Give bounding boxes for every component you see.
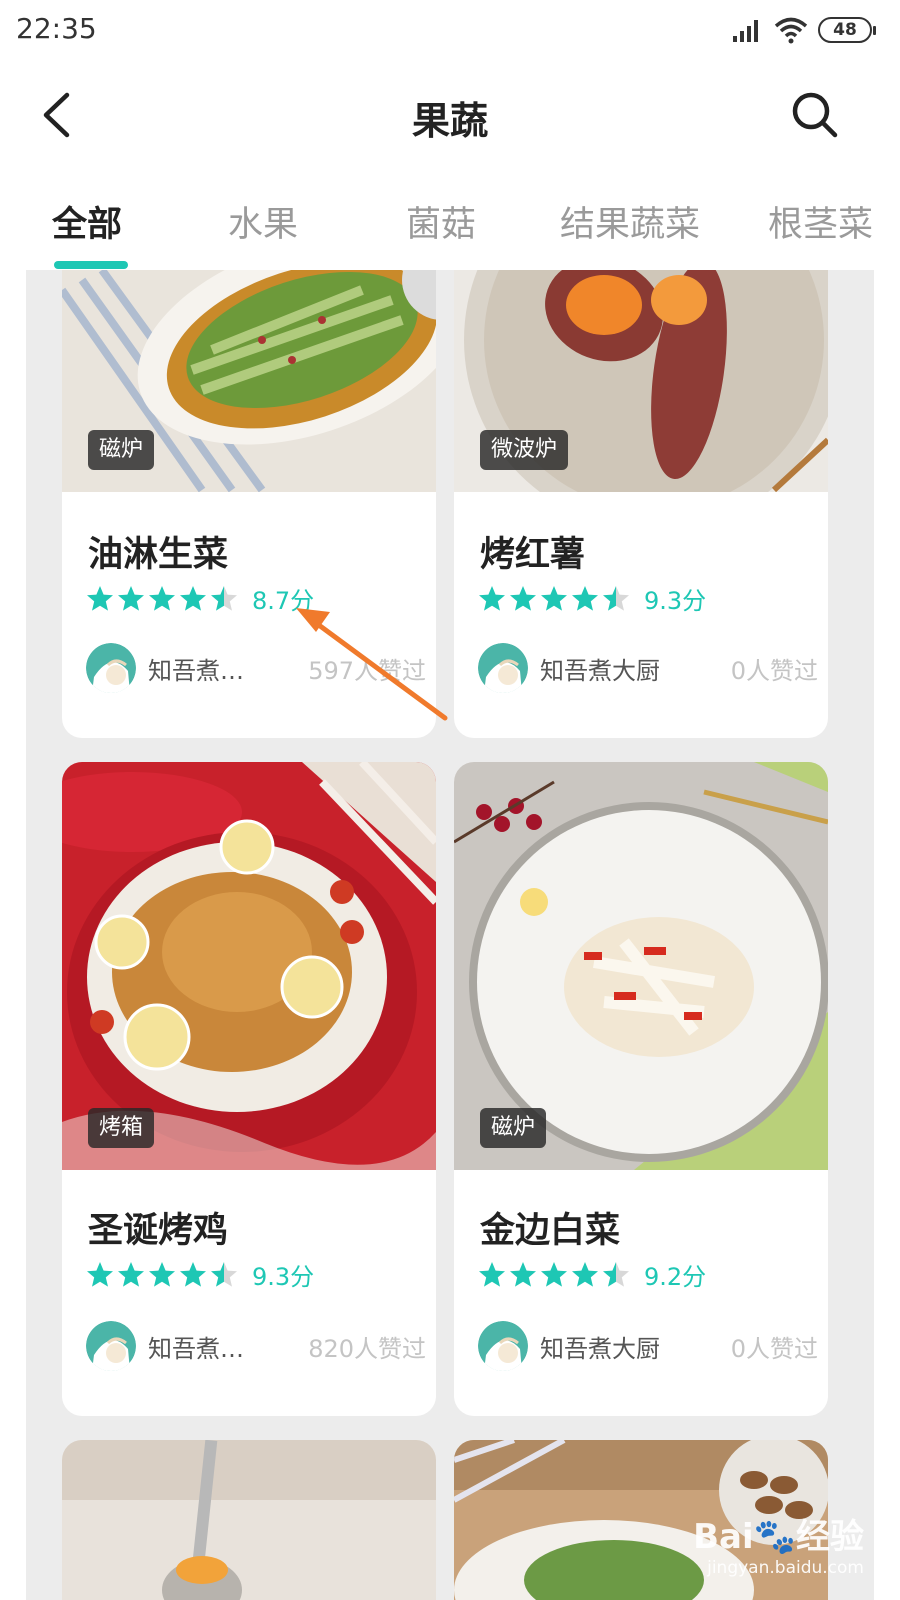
recipe-card[interactable]: 微波炉 烤红薯 9.3分 知吾煮大厨 0人赞过: [454, 270, 828, 738]
star-icon: [541, 1261, 567, 1287]
star-icon: [118, 585, 144, 611]
avatar: [478, 1321, 528, 1371]
recipe-author: 知吾煮大厨 0人赞过: [478, 1320, 818, 1372]
battery-level: 48: [833, 20, 857, 40]
author-name: 知吾煮…: [148, 656, 244, 685]
recipe-title: 油淋生菜: [88, 535, 229, 575]
recipe-grid[interactable]: 磁炉 油淋生菜 8.7分 知吾煮… 597人赞过 微波炉 烤红薯 9.3分 知吾…: [0, 270, 900, 1600]
search-icon: [792, 92, 838, 138]
rating-score: 9.3分: [644, 586, 707, 615]
status-bar: 22:35 48: [0, 0, 900, 64]
star-icon: [118, 1261, 144, 1287]
recipe-title: 金边白菜: [480, 1211, 621, 1251]
recipe-rating: 8.7分: [86, 582, 315, 615]
likes-count: 597人赞过: [308, 656, 426, 685]
star-icon: [603, 1261, 629, 1287]
watermark-url: jingyan.baidu.com: [707, 1558, 864, 1578]
star-rating: [86, 1261, 238, 1288]
star-icon: [603, 585, 629, 611]
signal-icon: [733, 20, 758, 42]
star-rating: [86, 585, 238, 612]
star-icon: [510, 585, 536, 611]
chef-avatar-icon: [86, 1321, 136, 1371]
recipe-author: 知吾煮… 820人赞过: [86, 1320, 426, 1372]
star-icon: [180, 585, 206, 611]
avatar: [478, 643, 528, 693]
wifi-icon: [774, 17, 808, 44]
star-icon: [572, 1261, 598, 1287]
status-icons: 48: [732, 14, 876, 46]
star-icon: [479, 1261, 505, 1287]
star-icon: [479, 585, 505, 611]
recipe-rating: 9.3分: [86, 1258, 315, 1291]
avatar: [86, 1321, 136, 1371]
recipe-image: [62, 1440, 436, 1600]
star-icon: [572, 585, 598, 611]
page-title: 果蔬: [411, 99, 488, 143]
tab-fruit[interactable]: 水果: [228, 196, 298, 247]
tab-fruiting-vegetables[interactable]: 结果蔬菜: [560, 196, 700, 247]
tab-root-vegetables[interactable]: 根茎菜: [768, 196, 873, 247]
battery-indicator: 48: [818, 17, 876, 43]
recipe-rating: 9.3分: [478, 582, 707, 615]
tab-mushroom[interactable]: 菌菇: [406, 196, 476, 247]
star-icon: [149, 1261, 175, 1287]
chef-avatar-icon: [478, 1321, 528, 1371]
rating-score: 9.3分: [252, 1262, 315, 1291]
star-icon: [510, 1261, 536, 1287]
recipe-card[interactable]: [62, 1440, 436, 1600]
recipe-author: 知吾煮大厨 0人赞过: [478, 642, 818, 694]
chef-avatar-icon: [478, 643, 528, 693]
star-icon: [87, 1261, 113, 1287]
appliance-tag: 磁炉: [480, 1108, 547, 1148]
rating-score: 8.7分: [252, 586, 315, 615]
recipe-title: 烤红薯: [480, 535, 586, 575]
star-icon: [180, 1261, 206, 1287]
chef-avatar-icon: [86, 643, 136, 693]
avatar: [86, 643, 136, 693]
rating-score: 9.2分: [644, 1262, 707, 1291]
star-rating: [478, 585, 630, 612]
status-time: 22:35: [16, 12, 97, 45]
appliance-tag: 磁炉: [88, 430, 155, 470]
watermark: Bai🐾经验 jingyan.baidu.com: [693, 1509, 864, 1578]
star-icon: [211, 585, 237, 611]
tab-active-indicator: [54, 261, 128, 269]
star-icon: [87, 585, 113, 611]
appliance-tag: 烤箱: [88, 1108, 155, 1148]
watermark-logo: Bai🐾经验: [693, 1517, 864, 1557]
author-name: 知吾煮大厨: [540, 656, 660, 685]
tab-all[interactable]: 全部: [52, 196, 122, 247]
recipe-card[interactable]: 磁炉 油淋生菜 8.7分 知吾煮… 597人赞过: [62, 270, 436, 738]
recipe-title: 圣诞烤鸡: [88, 1211, 229, 1251]
recipe-card[interactable]: 烤箱 圣诞烤鸡 9.3分 知吾煮… 820人赞过: [62, 762, 436, 1416]
recipe-author: 知吾煮… 597人赞过: [86, 642, 426, 694]
search-button[interactable]: [788, 88, 842, 142]
star-icon: [211, 1261, 237, 1287]
likes-count: 820人赞过: [308, 1334, 426, 1363]
category-tabs: 全部 水果 菌菇 结果蔬菜 根茎菜: [0, 180, 900, 270]
star-icon: [541, 585, 567, 611]
recipe-rating: 9.2分: [478, 1258, 707, 1291]
likes-count: 0人赞过: [730, 656, 818, 685]
recipe-card[interactable]: 磁炉 金边白菜 9.2分 知吾煮大厨 0人赞过: [454, 762, 828, 1416]
likes-count: 0人赞过: [730, 1334, 818, 1363]
star-icon: [149, 585, 175, 611]
star-rating: [478, 1261, 630, 1288]
header-bar: 果蔬: [0, 64, 900, 168]
author-name: 知吾煮大厨: [540, 1334, 660, 1363]
appliance-tag: 微波炉: [480, 430, 569, 470]
author-name: 知吾煮…: [148, 1334, 244, 1363]
